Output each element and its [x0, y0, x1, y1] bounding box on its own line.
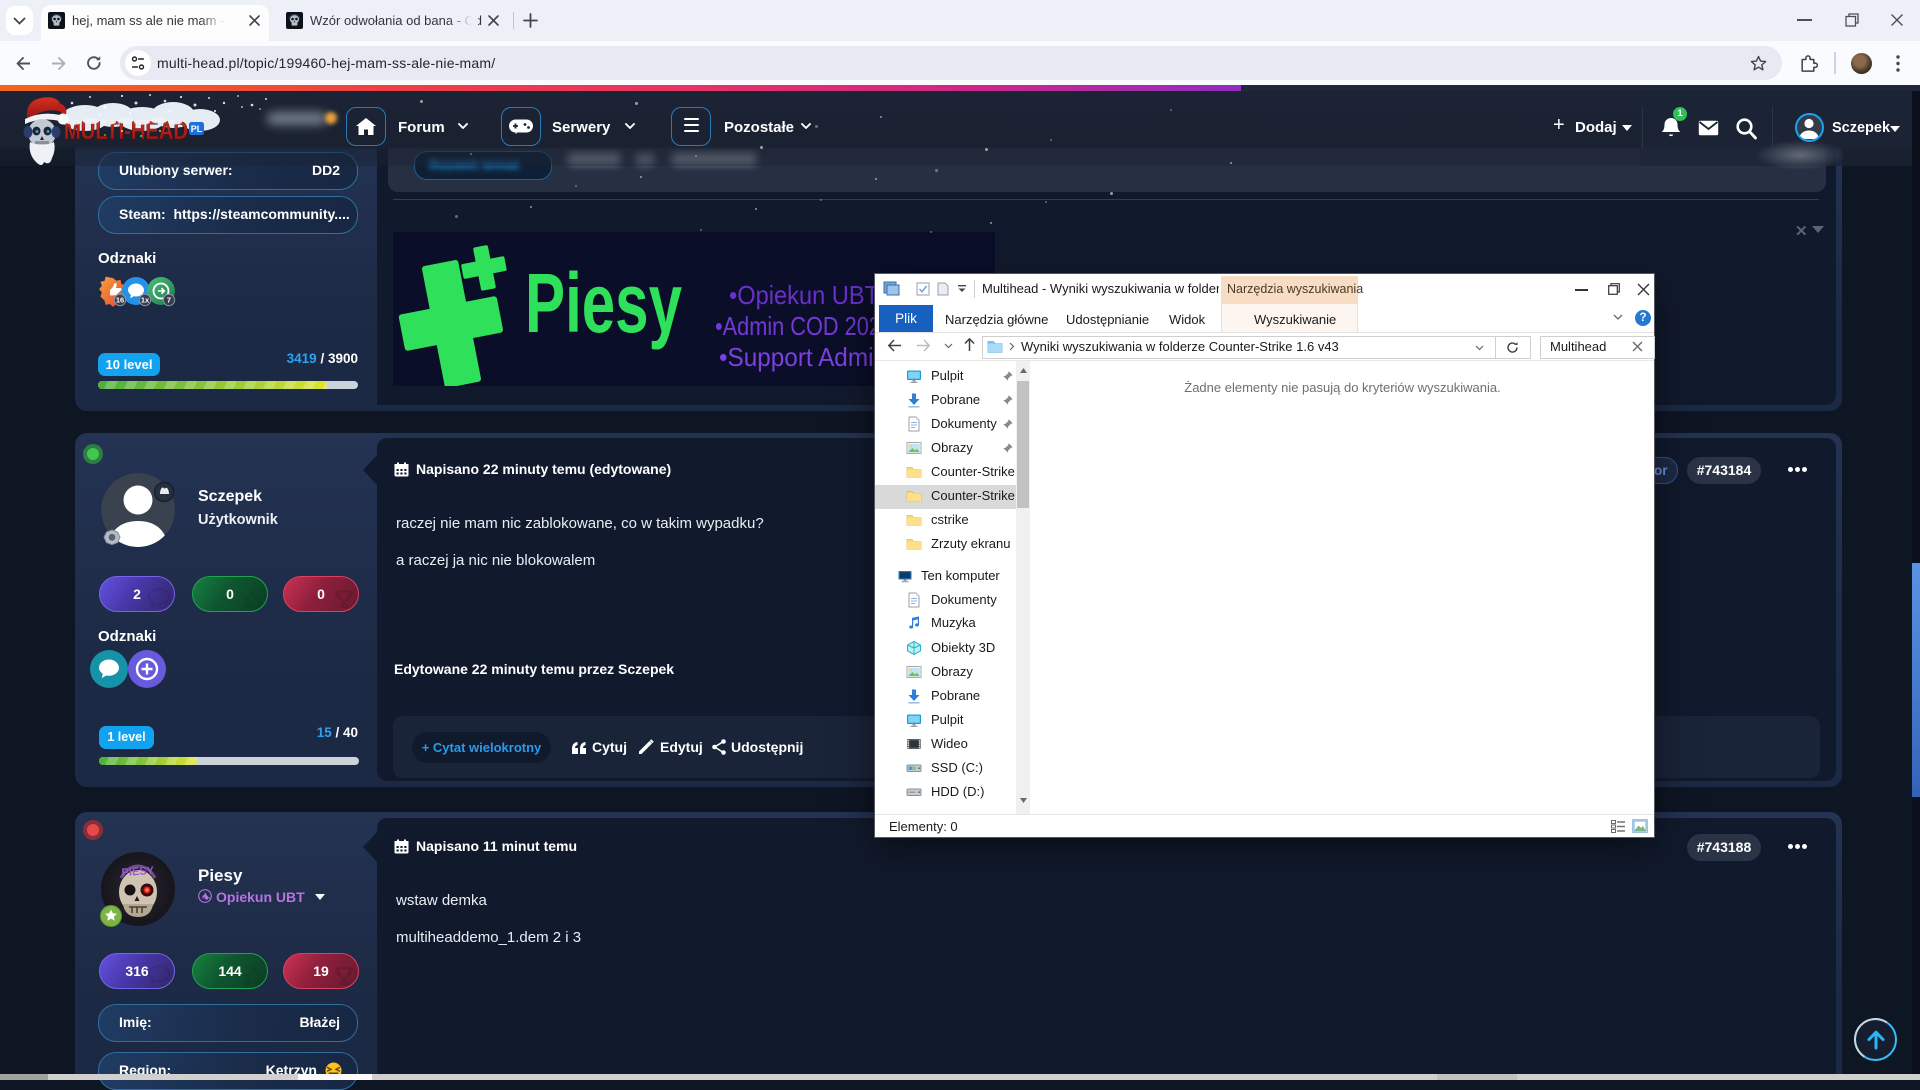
svg-text:•Admin COD 2021: •Admin COD 2021 — [715, 311, 893, 341]
svg-text:1x: 1x — [141, 296, 150, 305]
svg-text:•Opiekun UBT: •Opiekun UBT — [729, 280, 879, 310]
svg-text:Piesy: Piesy — [525, 256, 682, 350]
svg-text:PL: PL — [191, 124, 203, 134]
svg-text:PIESY: PIESY — [121, 865, 155, 879]
svg-text:•Support Admin: •Support Admin — [719, 342, 887, 372]
svg-text:7: 7 — [167, 296, 171, 305]
svg-text:16: 16 — [116, 296, 124, 305]
